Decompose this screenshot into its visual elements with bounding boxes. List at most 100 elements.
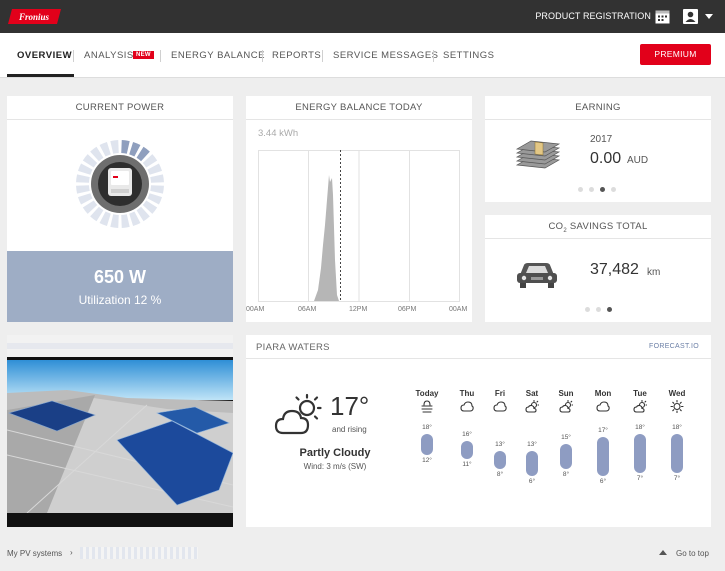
forecast-day-label: Thu [459, 389, 475, 398]
pagination-dot[interactable] [585, 307, 590, 312]
chart-tick-label: 06PM [398, 306, 417, 313]
forecast-temp-range-bar [461, 440, 473, 459]
chart-tick-label: 00AM [246, 306, 265, 313]
power-gauge [76, 140, 164, 228]
pagination-dot[interactable] [596, 307, 601, 312]
breadcrumb-system-name[interactable] [80, 547, 198, 559]
forecast-day-label: Tue [633, 389, 647, 398]
active-tab-indicator [7, 74, 74, 77]
earning-currency: AUD [627, 155, 649, 166]
go-to-top-link[interactable]: Go to top [676, 549, 709, 558]
tab-separator [160, 50, 161, 62]
energy-total: 3.44 kWh [258, 128, 299, 139]
tab-analysis[interactable]: ANALYSIS [84, 50, 134, 61]
top-bar: Fronius PRODUCT REGISTRATION [0, 0, 725, 33]
forecast-high-temp: 13° [495, 441, 505, 449]
weather-location: PIARA WATERS [256, 342, 330, 353]
forecast-high-temp: 18° [422, 423, 432, 431]
forecast-temp-range-bar [494, 451, 506, 470]
tab-overview[interactable]: OVERVIEW [17, 50, 72, 61]
partly-cloudy-icon [559, 400, 573, 413]
forecast-day-label: Mon [594, 389, 612, 398]
co2-savings-panel[interactable]: CO2 SAVINGS TOTAL 37,482 km [485, 215, 711, 322]
energy-balance-panel[interactable]: ENERGY BALANCE TODAY 3.44 kWh 00AM 06AM … [246, 96, 472, 322]
arrow-up-icon[interactable] [659, 550, 667, 555]
current-power-value: 650 W [93, 267, 147, 287]
solar-roof-image [7, 335, 233, 527]
current-power-summary: 650 W Utilization 12 % [7, 251, 233, 322]
co2-title-suffix: SAVINGS TOTAL [566, 221, 648, 232]
user-menu-chevron-down-icon[interactable] [705, 14, 713, 19]
gauge-segment-empty [150, 174, 164, 183]
tab-energy-balance[interactable]: ENERGY BALANCE [171, 50, 265, 61]
gauge-segment-empty [150, 185, 164, 194]
forecast-low-temp: 8° [496, 471, 504, 479]
tab-settings[interactable]: SETTINGS [443, 50, 495, 61]
gauge-segment-empty [110, 214, 119, 228]
forecast-temp-range-bar [560, 444, 572, 470]
fog-icon [421, 400, 433, 413]
forecast-low-temp: 11° [462, 460, 472, 468]
forecast-low-temp: 12° [422, 457, 432, 464]
footer: My PV systems › Go to top [0, 540, 725, 571]
chart-tick-label: 12PM [349, 306, 368, 313]
premium-button[interactable]: PREMIUM [640, 44, 711, 65]
earning-year: 2017 [590, 134, 613, 145]
forecast-day-label: Today [415, 389, 439, 398]
gauge-segment-filled [121, 140, 130, 154]
forecast-low-temp: 7° [673, 474, 681, 482]
pagination-dot[interactable] [589, 187, 594, 192]
forecast-low-temp: 6° [528, 478, 536, 486]
cloud-icon [596, 401, 610, 412]
forecast-source-link[interactable]: FORECAST.IO [649, 343, 699, 350]
current-power-panel[interactable]: CURRENT POWER 650 W Utilization 12 % [7, 96, 233, 322]
breadcrumb-my-pv-systems[interactable]: My PV systems [7, 549, 62, 558]
earning-panel[interactable]: EARNING 2017 0.00 AUD [485, 96, 711, 202]
forecast-temp-range-bar [421, 433, 433, 455]
cloud-icon [460, 401, 474, 412]
breadcrumb-chevron-right-icon: › [70, 548, 73, 557]
utilization-text: Utilization 12 % [78, 293, 162, 307]
forecast-temp-range-bar [526, 451, 538, 477]
tab-reports[interactable]: REPORTS [272, 50, 321, 61]
forecast-low-temp: 7° [636, 474, 644, 482]
partly-cloudy-icon [525, 400, 539, 413]
forecast-high-temp: 18° [672, 423, 682, 431]
tab-separator [73, 50, 74, 62]
forecast-day-label: Fri [494, 389, 506, 398]
pagination-dot-active[interactable] [607, 307, 612, 312]
forecast-high-temp: 15° [561, 434, 571, 442]
money-stack-icon [515, 140, 561, 169]
fronius-logo[interactable]: Fronius [8, 9, 61, 24]
svg-text:Fronius: Fronius [18, 12, 50, 22]
forecast-low-temp: 6° [599, 478, 607, 486]
forecast-day-label: Sun [558, 389, 574, 398]
tab-service-messages[interactable]: SERVICE MESSAGES [333, 50, 439, 61]
forecast-day-label: Wed [668, 389, 686, 398]
gauge-segment-empty [76, 174, 90, 183]
gauge-segment-empty [76, 185, 90, 194]
pagination-dot[interactable] [611, 187, 616, 192]
forecast-low-temp: 8° [562, 471, 570, 479]
pagination-dot-active[interactable] [600, 187, 605, 192]
energy-balance-title: ENERGY BALANCE TODAY [246, 96, 472, 120]
inverter-icon [108, 168, 132, 196]
current-power-title: CURRENT POWER [7, 96, 233, 120]
weather-panel[interactable]: PIARA WATERS FORECAST.IO 17° and rising … [246, 335, 711, 527]
tab-separator [262, 50, 263, 62]
main-nav: OVERVIEW ANALYSIS NEW ENERGY BALANCE REP… [0, 33, 725, 78]
pagination-dot[interactable] [578, 187, 583, 192]
tab-separator [433, 50, 434, 62]
pv-system-photo [7, 335, 233, 527]
forecast-temp-range-bar [597, 437, 609, 477]
energy-balance-chart [258, 150, 460, 302]
sun-icon [670, 400, 684, 413]
partly-cloudy-icon [274, 393, 322, 435]
forecast-high-temp: 18° [635, 423, 645, 431]
gauge-segment-empty [121, 214, 130, 228]
forecast-temp-range-bar [671, 433, 683, 473]
product-registration-link[interactable]: PRODUCT REGISTRATION [535, 11, 651, 21]
calendar-icon[interactable] [655, 9, 670, 24]
cloud-icon [493, 401, 507, 412]
user-icon[interactable] [683, 9, 698, 24]
